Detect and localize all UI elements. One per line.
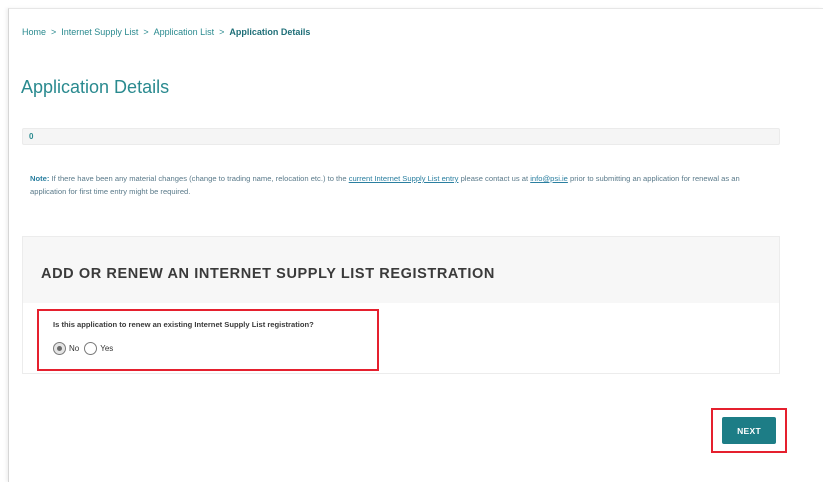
option-no-label: No [69,344,80,353]
renewal-options: No Yes [53,342,118,355]
breadcrumb-home[interactable]: Home [22,27,46,37]
current-entry-link[interactable]: current Internet Supply List entry [349,174,459,183]
breadcrumb-separator: > [51,27,57,37]
option-yes-label: Yes [100,344,114,353]
breadcrumb-current: Application Details [229,27,311,37]
breadcrumb: Home > Internet Supply List > Application Li… [22,27,310,37]
breadcrumb-separator: > [219,27,225,37]
section-title: ADD OR RENEW AN INTERNET SUPPLY LIST REG… [41,266,495,282]
note-text: Note: If there have been any material ch… [30,172,770,198]
renewal-question-highlight: Is this application to renew an existing… [37,309,379,371]
page-title: Application Details [21,77,170,97]
radio-yes[interactable] [84,342,98,355]
next-button[interactable]: NEXT [722,417,776,444]
option-no[interactable]: No [53,342,79,355]
breadcrumb-separator: > [143,27,149,37]
note-text-part-1: If there have been any material changes … [49,174,349,183]
note-label: Note: [30,174,50,183]
option-yes[interactable]: Yes [84,342,113,355]
note-text-part-2: please contact us at [458,174,531,183]
status-bar: 0 [22,128,780,145]
status-value: 0 [29,132,34,141]
email-link[interactable]: info@psi.ie [530,174,568,183]
breadcrumb-application-list[interactable]: Application List [154,27,215,37]
section-header: ADD OR RENEW AN INTERNET SUPPLY LIST REG… [23,237,779,303]
renewal-question: Is this application to renew an existing… [53,320,314,329]
radio-no[interactable] [53,342,66,355]
next-button-highlight: NEXT [711,408,787,453]
breadcrumb-internet-supply-list[interactable]: Internet Supply List [61,27,138,37]
